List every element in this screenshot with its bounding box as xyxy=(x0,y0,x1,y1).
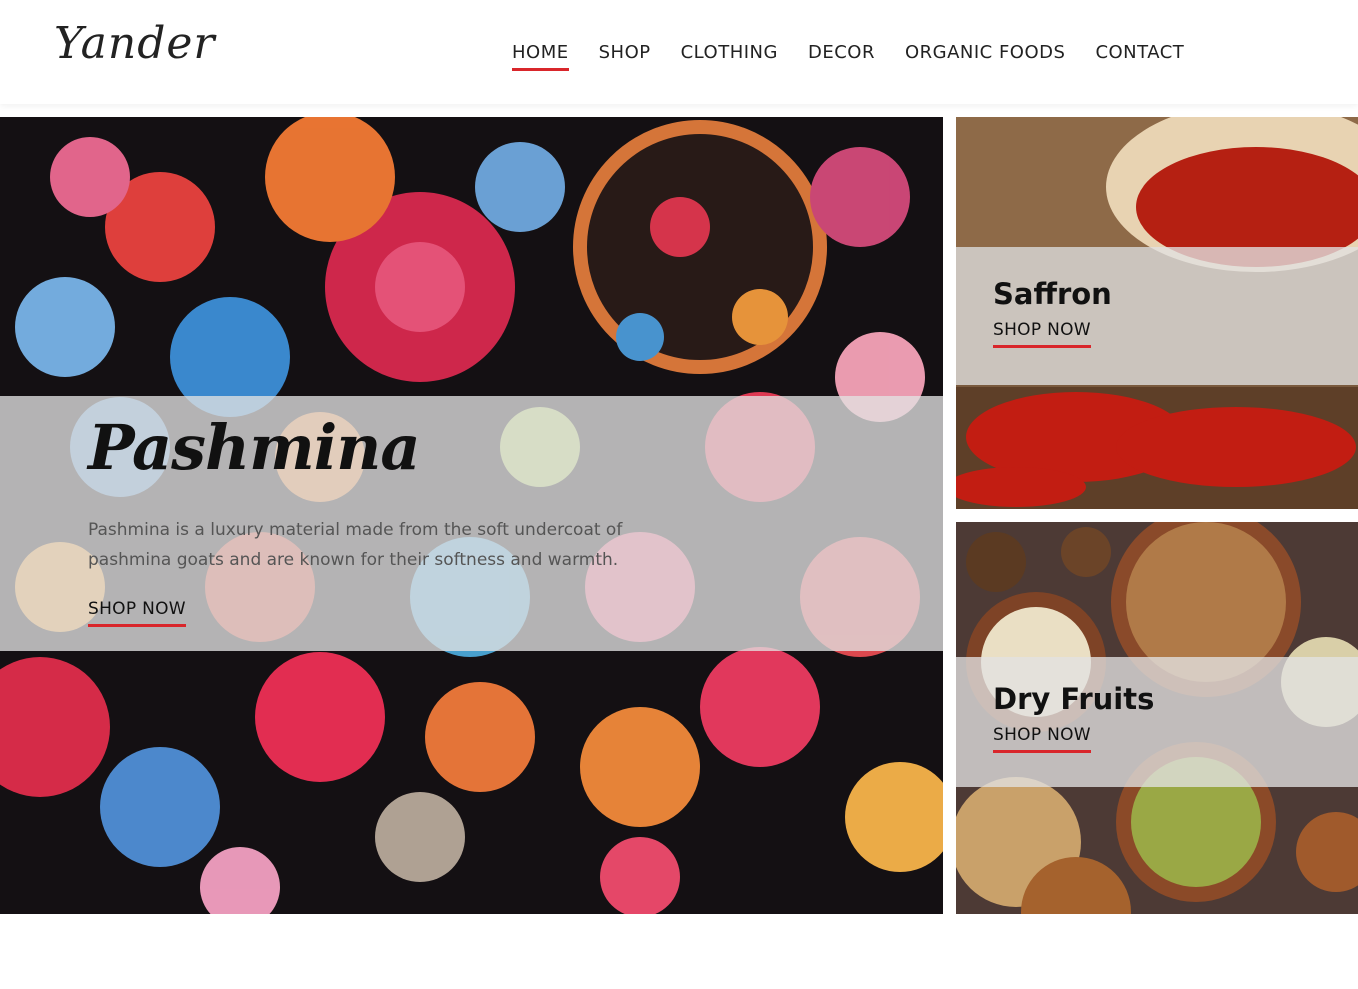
dry-fruits-shop-now-link[interactable]: SHOP NOW xyxy=(993,725,1091,753)
nav-home[interactable]: HOME xyxy=(512,42,569,71)
nav-decor[interactable]: DECOR xyxy=(808,42,875,69)
site-logo[interactable]: Yander xyxy=(54,18,215,69)
pashmina-hero[interactable]: Pashmina Pashmina is a luxury material m… xyxy=(0,117,943,914)
nav-clothing[interactable]: CLOTHING xyxy=(681,42,778,69)
saffron-shop-now-link[interactable]: SHOP NOW xyxy=(993,320,1091,348)
nav-contact[interactable]: CONTACT xyxy=(1095,42,1184,69)
dry-fruits-card[interactable]: Dry Fruits SHOP NOW xyxy=(956,522,1358,914)
saffron-overlay xyxy=(956,247,1358,385)
dry-fruits-title: Dry Fruits xyxy=(993,682,1155,716)
main-nav: HOME SHOP CLOTHING DECOR ORGANIC FOODS C… xyxy=(512,42,1214,71)
saffron-card[interactable]: Saffron SHOP NOW xyxy=(956,117,1358,509)
hero-description: Pashmina is a luxury material made from … xyxy=(88,520,623,570)
dry-fruits-overlay xyxy=(956,657,1358,787)
nav-organic-foods[interactable]: ORGANIC FOODS xyxy=(905,42,1065,69)
hero-shop-now-link[interactable]: SHOP NOW xyxy=(88,599,186,627)
hero-title: Pashmina xyxy=(88,411,421,484)
site-header: Yander HOME SHOP CLOTHING DECOR ORGANIC … xyxy=(0,0,1358,104)
saffron-title: Saffron xyxy=(993,277,1112,311)
nav-shop[interactable]: SHOP xyxy=(599,42,651,69)
